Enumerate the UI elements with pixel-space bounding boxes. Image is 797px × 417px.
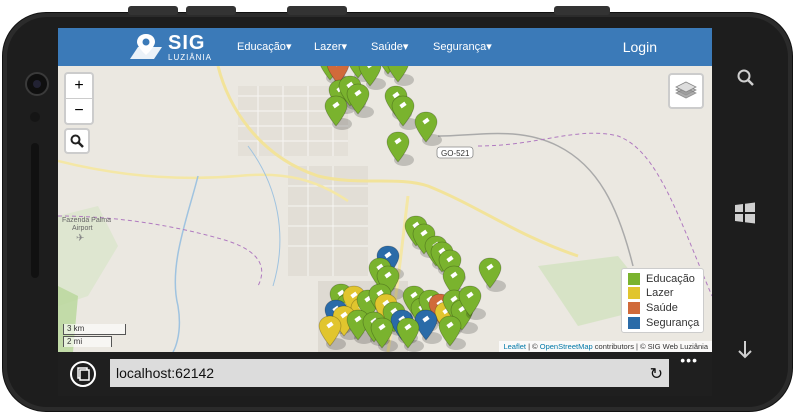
url-field[interactable]: localhost:62142 ↻ [110, 359, 669, 387]
legend-item-educacao: Educação [628, 272, 695, 285]
map-search-button[interactable] [64, 128, 90, 154]
logo-title: SIG [168, 31, 206, 54]
zoom-out-button[interactable]: − [66, 99, 92, 123]
nav-item-label: Educação [237, 41, 286, 53]
scale-bar: 3 km 2 mi [63, 324, 126, 347]
map-marker[interactable] [478, 257, 506, 292]
legend-swatch [628, 316, 640, 329]
refresh-icon[interactable]: ↻ [650, 364, 663, 384]
attribution-text: contributors | © SIG Web Luziânia [592, 342, 708, 351]
layers-icon [675, 81, 697, 99]
phone-button-top-left [128, 6, 178, 15]
legend-item-saude: Saúde [628, 301, 678, 314]
phone-button-top-right [554, 6, 610, 15]
map-legend: Educação Lazer Saúde Segurança [621, 268, 704, 333]
zoom-control: + − [64, 72, 94, 125]
legend-label: Saúde [646, 301, 678, 314]
marker-layer [318, 66, 506, 352]
tabs-button[interactable] [70, 361, 96, 387]
legend-swatch [628, 286, 640, 299]
back-arrow-hw-icon[interactable] [736, 340, 754, 360]
legend-item-lazer: Lazer [628, 286, 674, 299]
nav-lazer-dropdown[interactable]: Lazer▾ [314, 40, 347, 53]
logo-map-pin-icon [128, 33, 164, 61]
phone-button-top-middle [186, 6, 236, 15]
leaflet-link[interactable]: Leaflet [503, 342, 526, 351]
nav-item-label: Lazer [314, 41, 342, 53]
legend-label: Educação [646, 272, 695, 285]
caret-down-icon: ▾ [486, 41, 492, 53]
map-view[interactable]: GO-521 Fazenda Palma Airport ✈ + − Educa… [58, 66, 712, 352]
legend-swatch [628, 272, 640, 285]
more-menu-button[interactable]: ••• [680, 352, 698, 368]
nav-item-label: Segurança [433, 41, 487, 53]
caret-down-icon: ▾ [341, 41, 348, 53]
caret-down-icon: ▾ [285, 41, 292, 53]
scale-mi: 2 mi [63, 336, 112, 347]
map-marker[interactable] [386, 131, 414, 166]
windows-hw-icon[interactable] [733, 201, 757, 225]
phone-button-top-volume [287, 6, 347, 15]
nav-item-label: Saúde [371, 41, 403, 53]
legend-label: Lazer [646, 286, 674, 299]
osm-link[interactable]: OpenStreetMap [540, 342, 593, 351]
caret-down-icon: ▾ [402, 41, 409, 53]
tabs-icon [77, 367, 90, 381]
legend-label: Segurança [646, 316, 700, 329]
top-navbar: SIG LUZIÂNIA Educação▾ Lazer▾ Saúde▾ Seg… [58, 28, 712, 66]
login-link[interactable]: Login [623, 39, 657, 55]
nav-educacao-dropdown[interactable]: Educação▾ [237, 40, 291, 53]
phone-screen: SIG LUZIÂNIA Educação▾ Lazer▾ Saúde▾ Seg… [58, 28, 712, 396]
nav-seguranca-dropdown[interactable]: Segurança▾ [433, 40, 492, 53]
logo[interactable]: SIG LUZIÂNIA [128, 32, 212, 62]
attribution-sep: | © [526, 342, 540, 351]
zoom-in-button[interactable]: + [66, 74, 92, 99]
map-marker[interactable] [391, 95, 419, 130]
url-text: localhost:62142 [116, 365, 215, 381]
speaker-grille [31, 143, 39, 278]
map-marker[interactable] [414, 111, 442, 146]
sensor-icon [30, 112, 40, 122]
scale-km: 3 km [63, 324, 126, 335]
logo-subtitle: LUZIÂNIA [168, 52, 213, 62]
search-icon [70, 134, 84, 148]
browser-address-bar: localhost:62142 ↻ ••• [58, 352, 712, 396]
legend-item-seguranca: Segurança [628, 316, 699, 329]
search-hw-icon[interactable] [736, 68, 756, 88]
nav-saude-dropdown[interactable]: Saúde▾ [371, 40, 408, 53]
layers-button[interactable] [668, 73, 704, 109]
camera-icon [25, 72, 49, 96]
map-attribution: Leaflet | © OpenStreetMap contributors |… [499, 341, 712, 352]
legend-swatch [628, 301, 640, 314]
